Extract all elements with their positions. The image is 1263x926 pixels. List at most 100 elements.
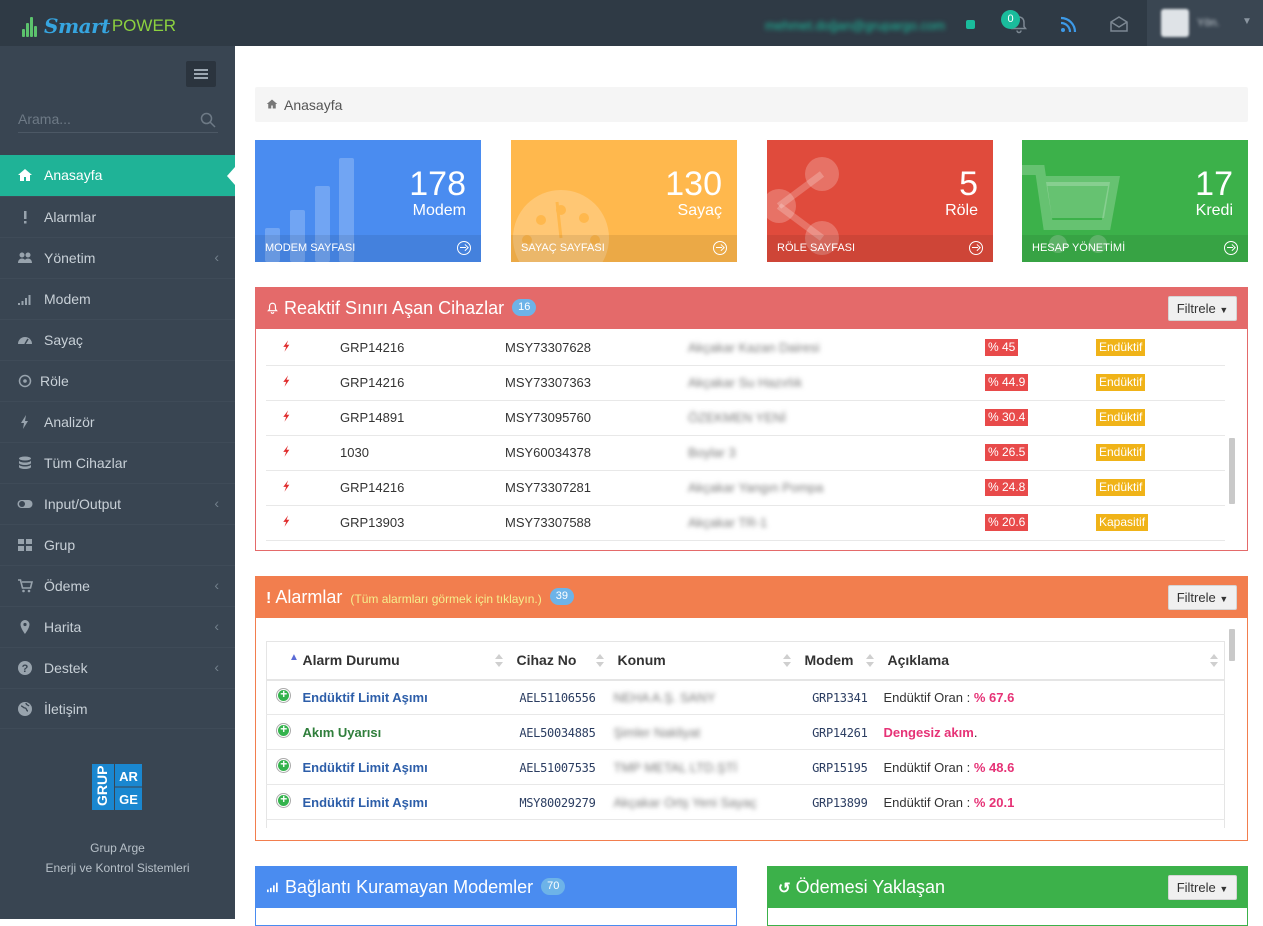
- envelope-icon[interactable]: [1108, 13, 1130, 35]
- filter-button[interactable]: Filtrele ▼: [1168, 585, 1237, 610]
- modem-cell: GRP13341: [796, 679, 880, 715]
- count-badge: 70: [541, 877, 566, 895]
- scrollbar-thumb[interactable]: [1229, 438, 1235, 504]
- logo-text-power: POWER: [111, 16, 177, 35]
- sidebar-item-yonetim[interactable]: Yönetim ‹: [0, 237, 235, 278]
- expand-plus-icon[interactable]: [276, 687, 291, 704]
- sidebar-item-grup[interactable]: Grup: [0, 524, 235, 565]
- alarm-status-link[interactable]: Endüktif Limit Aşımı: [303, 690, 428, 705]
- modem-id: GRP14261: [812, 725, 868, 740]
- sayac-stat-tile[interactable]: 130 Sayaç SAYAÇ SAYFASI: [511, 140, 737, 262]
- exclamation-icon: !: [266, 590, 272, 607]
- table-row[interactable]: GRP14216 MSY73307363 Akçakar Su Hazırlık % …: [266, 365, 1225, 401]
- sidebar-item-analizor[interactable]: Analizör: [0, 401, 235, 442]
- search-icon[interactable]: [200, 112, 216, 128]
- type-badge: Endüktif: [1096, 338, 1146, 356]
- device-cell: MSY80029279: [508, 784, 610, 820]
- column-cihaz-no[interactable]: Cihaz No: [508, 641, 610, 681]
- percent-badge: % 20.6: [985, 514, 1029, 531]
- panel-title-wrap: ! Alarmlar (Tüm alarmları görmek için tı…: [266, 587, 575, 608]
- modem-stat-tile[interactable]: 178 Modem MODEM SAYFASI: [255, 140, 481, 262]
- column-konum[interactable]: Konum: [609, 641, 797, 681]
- role-stat-tile[interactable]: 5 Röle RÖLE SAYFASI: [767, 140, 993, 262]
- sidebar-item-odeme[interactable]: Ödeme ‹: [0, 565, 235, 606]
- table-row[interactable]: Akım Uyarısı AEL50034885 Şimler Nakliyat GR…: [266, 714, 1225, 750]
- column-label: Cihaz No: [516, 652, 577, 669]
- alarms-panel: ! Alarmlar (Tüm alarmları görmek için tı…: [255, 576, 1248, 841]
- expand-plus-icon[interactable]: [276, 722, 291, 738]
- cart-icon: [18, 579, 33, 593]
- expand-plus-icon[interactable]: [276, 757, 291, 773]
- breadcrumb-home-link[interactable]: Anasayfa: [284, 97, 342, 113]
- account-management-link[interactable]: HESAP YÖNETİMİ: [1022, 235, 1248, 262]
- sidebar-item-iletisim[interactable]: İletişim: [0, 688, 235, 729]
- sidebar-item-role[interactable]: Röle: [0, 360, 235, 401]
- arrow-circle-right-icon: [713, 241, 727, 255]
- sidebar-toggle-button[interactable]: [186, 61, 216, 87]
- filter-label: Filtrele: [1176, 590, 1216, 605]
- user-email[interactable]: mehmet.doğan@grupargo.com: [765, 18, 945, 33]
- expand-cell[interactable]: [266, 679, 303, 715]
- expand-cell[interactable]: [266, 784, 303, 820]
- sidebar-item-destek[interactable]: ? Destek ‹: [0, 647, 235, 688]
- table-row[interactable]: Endüktif Limit Aşımı MSY80029279 Akçakar O…: [266, 784, 1225, 820]
- gauge-icon: [18, 337, 32, 345]
- modem-page-link[interactable]: MODEM SAYFASI: [255, 235, 481, 262]
- table-row[interactable]: Endüktif Limit Aşımı AEL51007535 TMP METAL…: [266, 749, 1225, 785]
- panel-subtitle-link[interactable]: (Tüm alarmları görmek için tıklayın.): [350, 592, 541, 606]
- desc-value: Dengesiz akım: [883, 724, 974, 740]
- filter-button[interactable]: Filtrele ▼: [1168, 296, 1237, 321]
- device-cell: MSY73095760: [505, 400, 688, 436]
- sidebar-item-modem[interactable]: Modem: [0, 278, 235, 319]
- device-id: AEL51106556: [519, 690, 596, 705]
- sidebar-item-anasayfa[interactable]: Anasayfa: [0, 155, 235, 196]
- sidebar-item-input-output[interactable]: Input/Output ‹: [0, 483, 235, 524]
- desc-prefix: Endüktif Oran :: [883, 689, 974, 705]
- rss-icon[interactable]: [1058, 13, 1080, 35]
- user-menu[interactable]: Yön. ▼: [1147, 0, 1263, 46]
- scrollbar-thumb[interactable]: [1229, 629, 1235, 661]
- sidebar-item-label: Grup: [44, 537, 76, 553]
- sidebar-search-input[interactable]: Arama...: [18, 108, 218, 133]
- sidebar-item-sayac[interactable]: Sayaç: [0, 319, 235, 360]
- filter-button[interactable]: Filtrele ▼: [1168, 875, 1237, 900]
- expand-cell[interactable]: [266, 749, 303, 785]
- panel-title[interactable]: Alarmlar: [275, 587, 342, 607]
- column-aciklama[interactable]: Açıklama: [879, 641, 1225, 681]
- table-row[interactable]: 1030 MSY60034378 Boylar 3 % 26.5 Endüktif: [266, 435, 1225, 471]
- device-cell: MSY73307588: [505, 505, 688, 541]
- chevron-left-icon: ‹: [214, 659, 219, 675]
- app-logo[interactable]: Smart POWER: [22, 14, 176, 38]
- table-row[interactable]: GRP14216 MSY73307628 Akçakar Kazan Dairesi…: [266, 330, 1225, 366]
- table-row[interactable]: GRP14891 MSY73095760 ÖZEKMEN YENİ % 30.4 End…: [266, 400, 1225, 436]
- sort-asc-column[interactable]: ▲: [266, 641, 303, 681]
- sidebar-item-alarmlar[interactable]: Alarmlar: [0, 196, 235, 237]
- sidebar-item-tum-cihazlar[interactable]: Tüm Cihazlar: [0, 442, 235, 483]
- type-cell: Endüktif: [1096, 365, 1225, 401]
- sidebar-item-label: Input/Output: [44, 496, 122, 512]
- location-cell: NEHA A.Ş. SANY: [609, 679, 797, 715]
- sidebar-item-harita[interactable]: Harita ‹: [0, 606, 235, 647]
- column-alarm-durumu[interactable]: Alarm Durumu: [302, 641, 509, 681]
- alarm-status-link[interactable]: Akım Uyarısı: [303, 725, 382, 740]
- location-name: TMP METAL LTD.ŞTİ: [613, 759, 738, 775]
- device-cell: AEL50034885: [508, 714, 610, 750]
- history-icon: ↺: [778, 880, 791, 897]
- kredi-count: 17: [1195, 165, 1233, 203]
- alarm-status-link[interactable]: Endüktif Limit Aşımı: [303, 795, 428, 810]
- kredi-stat-tile[interactable]: 17 Kredi HESAP YÖNETİMİ: [1022, 140, 1248, 262]
- table-row[interactable]: Endüktif Limit Aşımı AEL51106556 NEHA A.Ş.…: [266, 679, 1225, 715]
- sayac-page-link[interactable]: SAYAÇ SAYFASI: [511, 235, 737, 262]
- table-row[interactable]: GRP13903 MSY73307588 Akçakar TR-1 % 20.6 Kap…: [266, 505, 1225, 541]
- expand-plus-icon[interactable]: [276, 792, 291, 808]
- role-page-link[interactable]: RÖLE SAYFASI: [767, 235, 993, 262]
- column-modem[interactable]: Modem: [796, 641, 880, 681]
- status-cell: Endüktif Limit Aşımı: [302, 749, 509, 785]
- group-id: GRP13903: [340, 515, 405, 530]
- table-row[interactable]: GRP14216 MSY73307281 Akçakar Yangın Pompa%…: [266, 470, 1225, 506]
- expand-cell[interactable]: [266, 714, 303, 750]
- type-cell: Endüktif: [1096, 330, 1225, 366]
- percent-badge: % 44.9: [985, 374, 1029, 391]
- percent-cell: % 30.4: [985, 400, 1096, 436]
- alarm-status-link[interactable]: Endüktif Limit Aşımı: [303, 760, 428, 775]
